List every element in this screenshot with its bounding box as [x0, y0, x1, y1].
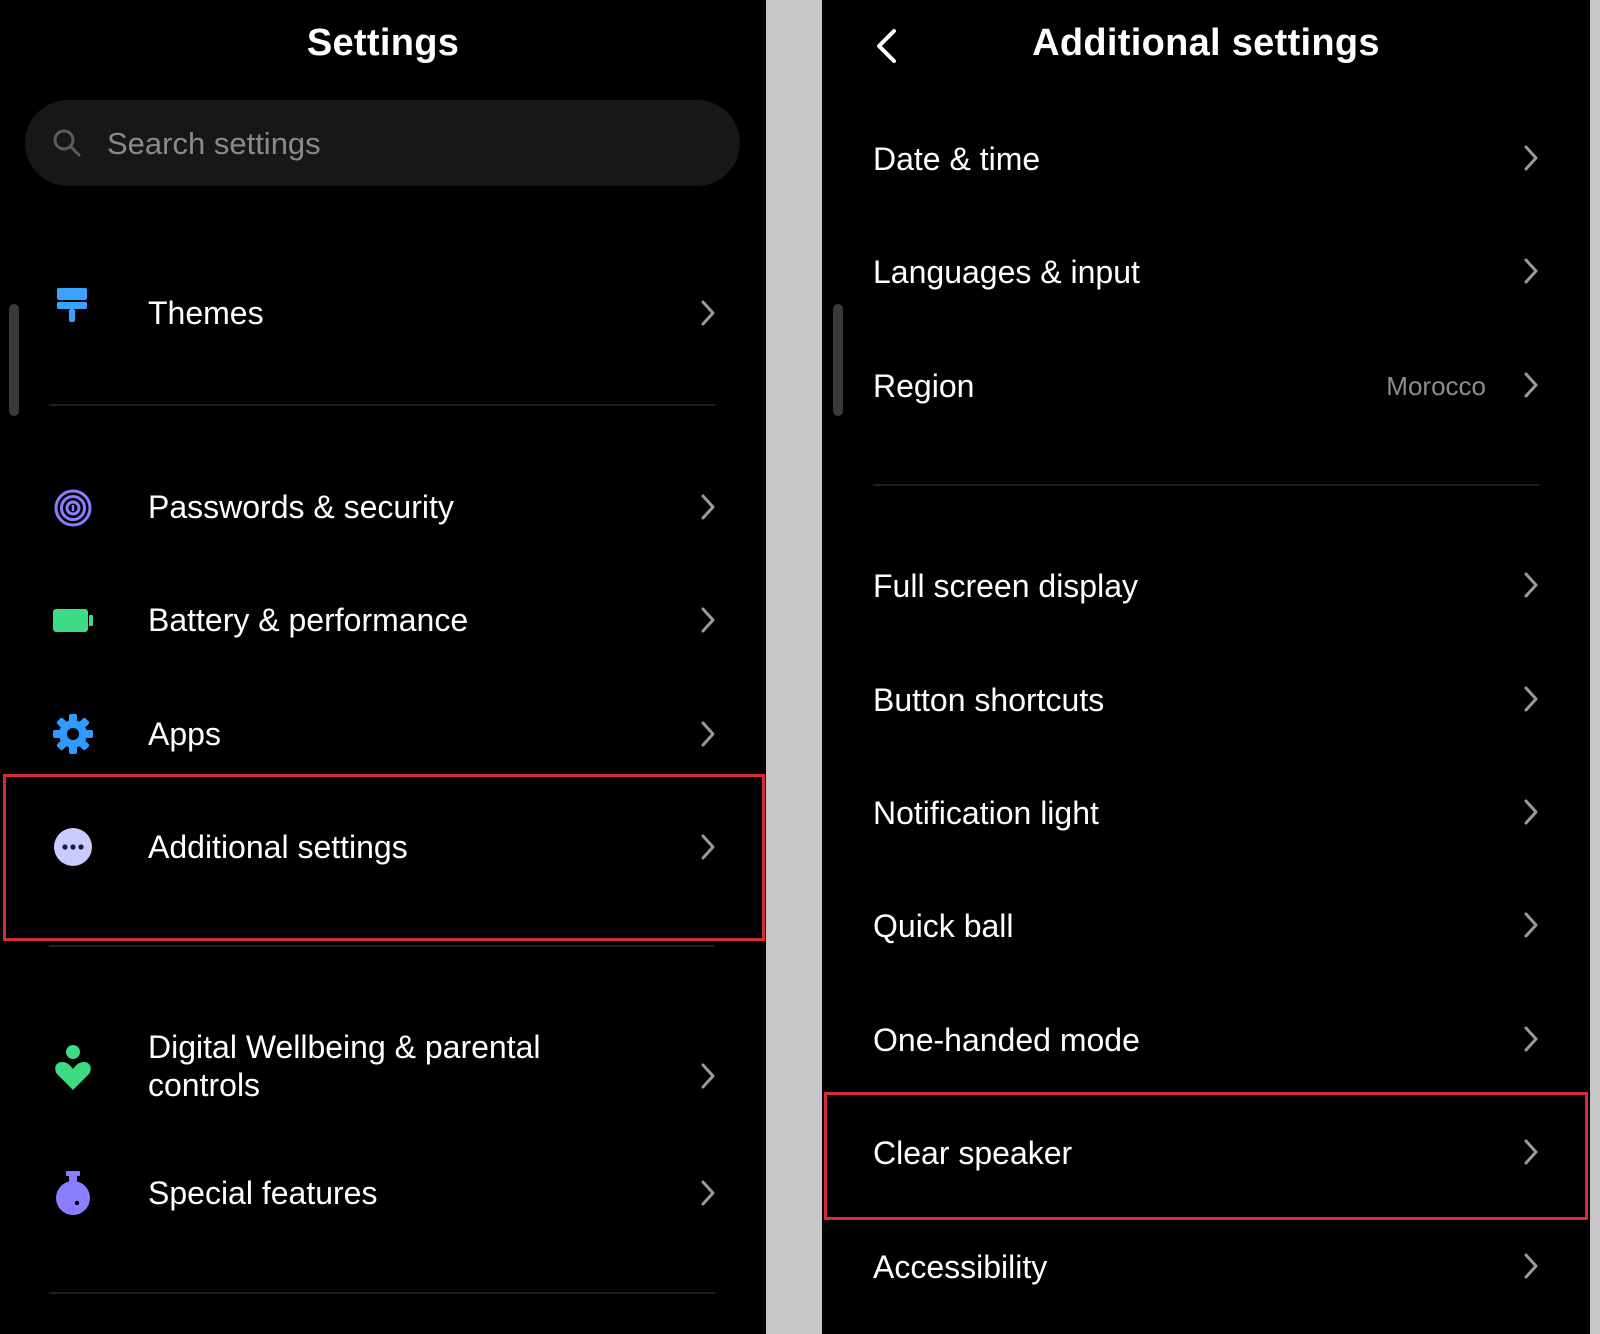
- settings-item-languages-input[interactable]: Languages & input: [822, 227, 1590, 317]
- settings-item-label: One-handed mode: [873, 1022, 1140, 1058]
- heart-person-icon: [55, 1045, 91, 1090]
- chevron-right-icon: [1524, 572, 1538, 598]
- settings-item-themes[interactable]: Themes: [0, 268, 766, 358]
- divider: [873, 484, 1539, 486]
- page-title: Additional settings: [1032, 22, 1380, 64]
- divider: [49, 945, 715, 947]
- settings-item-label: Quick ball: [873, 908, 1014, 944]
- chevron-right-icon: [1524, 1026, 1538, 1052]
- settings-item-label: Full screen display: [873, 568, 1138, 604]
- settings-item-label: Languages & input: [873, 254, 1140, 290]
- search-input[interactable]: [105, 100, 709, 188]
- chevron-right-icon: [1524, 1253, 1538, 1279]
- region-value: Morocco: [1386, 371, 1486, 401]
- additional-settings-panel: Additional settings Date & time Language…: [822, 0, 1590, 1334]
- chevron-right-icon: [701, 494, 715, 520]
- highlight-box: [3, 774, 765, 941]
- divider: [49, 404, 715, 406]
- highlight-box: [824, 1092, 1588, 1220]
- settings-item-label: Apps: [148, 716, 221, 752]
- chevron-right-icon: [1524, 145, 1538, 171]
- settings-item-label: Button shortcuts: [873, 682, 1105, 718]
- chevron-right-icon: [701, 607, 715, 633]
- page-title: Settings: [306, 22, 460, 64]
- settings-item-full-screen-display[interactable]: Full screen display: [822, 541, 1590, 631]
- settings-item-accessibility[interactable]: Accessibility: [822, 1222, 1590, 1312]
- flask-icon: [56, 1171, 90, 1215]
- settings-item-label: Digital Wellbeing & parental: [148, 1029, 541, 1065]
- battery-icon: [53, 609, 93, 632]
- chevron-right-icon: [1524, 912, 1538, 938]
- settings-item-label: Notification light: [873, 795, 1099, 831]
- fingerprint-icon: [54, 489, 92, 527]
- paint-brush-icon: [57, 288, 87, 322]
- settings-item-label: Passwords & security: [148, 489, 454, 525]
- settings-panel: Settings Themes Passwords & security: [0, 0, 766, 1334]
- search-bar[interactable]: [25, 100, 740, 188]
- settings-item-battery-performance[interactable]: Battery & performance: [0, 575, 766, 665]
- settings-item-apps[interactable]: Apps: [0, 689, 766, 779]
- chevron-right-icon: [701, 1063, 715, 1089]
- settings-item-passwords-security[interactable]: Passwords & security: [0, 462, 766, 552]
- settings-item-date-time[interactable]: Date & time: [822, 114, 1590, 204]
- gear-icon: [53, 714, 93, 754]
- settings-item-label: Special features: [148, 1175, 378, 1211]
- search-icon: [53, 129, 81, 157]
- settings-item-label-line2: controls: [148, 1067, 261, 1103]
- settings-item-button-shortcuts[interactable]: Button shortcuts: [822, 655, 1590, 745]
- chevron-right-icon: [1524, 372, 1538, 398]
- chevron-right-icon: [701, 300, 715, 326]
- chevron-right-icon: [1524, 799, 1538, 825]
- settings-item-special-features[interactable]: Special features: [0, 1148, 766, 1238]
- settings-item-label: Battery & performance: [148, 602, 469, 638]
- settings-item-region[interactable]: Region Morocco: [822, 341, 1590, 431]
- settings-item-digital-wellbeing[interactable]: Digital Wellbeing & parental controls: [0, 1020, 766, 1130]
- settings-item-notification-light[interactable]: Notification light: [822, 768, 1590, 858]
- divider: [49, 1292, 715, 1294]
- chevron-right-icon: [1524, 686, 1538, 712]
- settings-item-label: Accessibility: [873, 1249, 1048, 1285]
- chevron-right-icon: [701, 721, 715, 747]
- settings-item-quick-ball[interactable]: Quick ball: [822, 881, 1590, 971]
- settings-item-label: Region: [873, 368, 975, 404]
- settings-item-one-handed-mode[interactable]: One-handed mode: [822, 995, 1590, 1085]
- settings-item-label: Date & time: [873, 141, 1041, 177]
- chevron-right-icon: [701, 1180, 715, 1206]
- chevron-right-icon: [1524, 258, 1538, 284]
- settings-item-label: Themes: [148, 295, 264, 331]
